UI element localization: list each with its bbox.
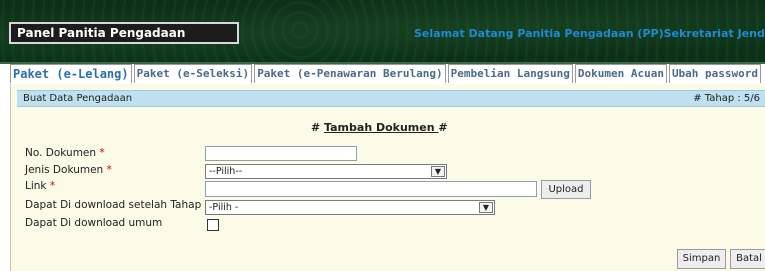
app-header: Panel Panitia Pengadaan Selamat Datang P… — [0, 0, 765, 64]
tab-paket-e-seleksi[interactable]: Paket (e-Seleksi) — [133, 64, 253, 83]
tab-paket-e-penawaran-berulang[interactable]: Paket (e-Penawaran Berulang) — [254, 64, 446, 83]
main-tabs: Paket (e-Lelang) Paket (e-Seleksi) Paket… — [10, 64, 763, 84]
chevron-down-icon[interactable]: ▼ — [479, 202, 493, 213]
required-mark: * — [49, 180, 56, 192]
download-tahap-select[interactable]: -Pilih - ▼ — [205, 200, 495, 215]
download-umum-checkbox[interactable] — [207, 219, 219, 231]
link-label: Link * — [25, 180, 55, 192]
link-label-text: Link — [25, 180, 50, 192]
section-title: Buat Data Pengadaan — [23, 93, 133, 104]
section-titlebar: Buat Data Pengadaan # Tahap : 5/6 — [17, 90, 765, 107]
main-panel: Buat Data Pengadaan # Tahap : 5/6 # Tamb… — [10, 84, 765, 271]
batal-button[interactable]: Batal — [730, 249, 765, 269]
download-tahap-value: -Pilih - — [209, 202, 239, 213]
jenis-dokumen-label: Jenis Dokumen * — [25, 164, 112, 176]
no-dokumen-label-text: No. Dokumen — [25, 147, 100, 159]
link-input[interactable] — [205, 181, 537, 197]
panel-title: Panel Panitia Pengadaan — [9, 22, 239, 44]
jenis-dokumen-label-text: Jenis Dokumen — [25, 164, 107, 176]
required-mark: * — [99, 147, 105, 159]
jenis-dokumen-value: --Pilih-- — [209, 166, 243, 177]
no-dokumen-input[interactable] — [205, 146, 357, 161]
required-mark: * — [106, 164, 112, 176]
tab-ubah-password[interactable]: Ubah password — [668, 64, 762, 83]
heading-title: Tambah Dokumen — [324, 121, 439, 134]
tab-pembelian-langsung[interactable]: Pembelian Langsung — [447, 64, 573, 83]
jenis-dokumen-select[interactable]: --Pilih-- ▼ — [205, 164, 447, 179]
simpan-button[interactable]: Simpan — [677, 249, 726, 269]
tab-dokumen-acuan[interactable]: Dokumen Acuan — [574, 64, 667, 83]
no-dokumen-label: No. Dokumen * — [25, 147, 105, 159]
chevron-down-icon[interactable]: ▼ — [431, 166, 445, 177]
heading-prefix: # — [311, 121, 325, 134]
download-umum-label: Dapat Di download umum — [25, 217, 163, 229]
welcome-message: Selamat Datang Panitia Pengadaan (PP)Sek… — [414, 27, 765, 40]
step-indicator: # Tahap : 5/6 — [693, 93, 760, 104]
form-heading: # Tambah Dokumen # — [311, 121, 448, 134]
download-tahap-label: Dapat Di download setelah Tahap — [25, 199, 202, 211]
upload-button[interactable]: Upload — [541, 180, 591, 199]
tab-paket-e-lelang[interactable]: Paket (e-Lelang) — [10, 64, 132, 83]
heading-suffix: # — [438, 121, 448, 134]
